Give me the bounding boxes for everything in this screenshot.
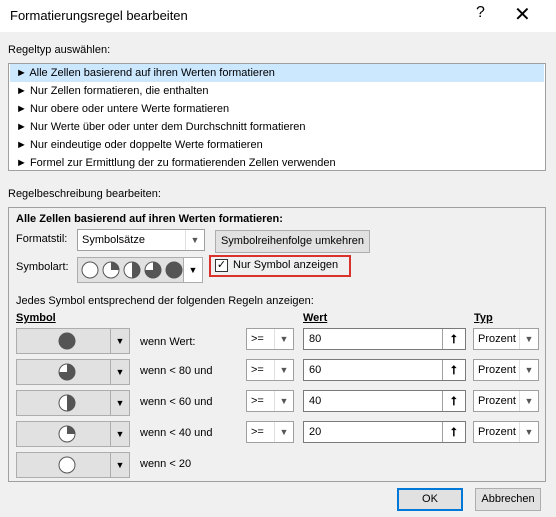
help-button[interactable]: ? (476, 4, 485, 22)
pie-symbol-icon (144, 261, 162, 279)
chevron-down-icon: ▼ (110, 360, 129, 384)
chevron-down-icon: ▼ (274, 360, 293, 380)
ruletype-item[interactable]: ► Nur obere oder untere Werte formatiere… (10, 100, 544, 118)
type-select[interactable]: Prozent ▼ (473, 421, 539, 443)
pie-symbol-icon (102, 261, 120, 279)
chevron-down-icon: ▼ (519, 391, 538, 411)
pie-symbol-icon (58, 425, 76, 443)
range-select-icon[interactable]: ⭡ (442, 391, 465, 411)
row-icon-select[interactable]: ▼ (16, 421, 130, 447)
window-title: Formatierungsregel bearbeiten (10, 8, 188, 23)
pie-symbol-icon (58, 456, 76, 474)
desc-heading: Alle Zellen basierend auf ihren Werten f… (16, 213, 283, 225)
chevron-down-icon: ▼ (274, 329, 293, 349)
value-text: 80 (309, 333, 322, 345)
value-input[interactable]: 20 ⭡ (303, 421, 466, 443)
row-icon-select[interactable]: ▼ (16, 359, 130, 385)
row-icon-select[interactable]: ▼ (16, 328, 130, 354)
operator-value: >= (251, 364, 264, 376)
operator-select[interactable]: >= ▼ (246, 421, 294, 443)
desc-label: Regelbeschreibung bearbeiten: (8, 188, 161, 200)
ruletype-item[interactable]: ► Nur eindeutige oder doppelte Werte for… (10, 136, 544, 154)
chevron-down-icon: ▼ (185, 230, 204, 250)
pie-symbol-icon (58, 332, 76, 350)
row-icon-select[interactable]: ▼ (16, 452, 130, 478)
value-text: 60 (309, 364, 322, 376)
range-select-icon[interactable]: ⭡ (442, 422, 465, 442)
row-condition: wenn < 60 und (140, 396, 213, 408)
chevron-down-icon: ▼ (519, 422, 538, 442)
chevron-down-icon: ▼ (110, 422, 129, 446)
range-select-icon[interactable]: ⭡ (442, 360, 465, 380)
close-button[interactable]: ✕ (514, 2, 531, 27)
pie-symbol-icon (58, 363, 76, 381)
ruletype-list[interactable]: ► Alle Zellen basierend auf ihren Werten… (8, 63, 546, 171)
value-text: 40 (309, 395, 322, 407)
value-input[interactable]: 60 ⭡ (303, 359, 466, 381)
only-symbol-label[interactable]: Nur Symbol anzeigen (233, 259, 338, 271)
ruletype-item[interactable]: ► Alle Zellen basierend auf ihren Werten… (10, 64, 544, 82)
icon-style-select[interactable]: ▼ (77, 257, 203, 283)
ruletype-item[interactable]: ► Nur Zellen formatieren, die enthalten (10, 82, 544, 100)
pie-symbol-icon (165, 261, 183, 279)
formatstil-value: Symbolsätze (82, 234, 145, 246)
value-input[interactable]: 40 ⭡ (303, 390, 466, 412)
row-condition: wenn < 40 und (140, 427, 213, 439)
rules-intro: Jedes Symbol entsprechend der folgenden … (16, 295, 314, 307)
chevron-down-icon: ▼ (110, 329, 129, 353)
ruletype-item[interactable]: ► Formel zur Ermittlung der zu formatier… (10, 154, 544, 172)
operator-value: >= (251, 395, 264, 407)
col-typ-header: Typ (474, 312, 493, 324)
type-select[interactable]: Prozent ▼ (473, 359, 539, 381)
row-condition: wenn Wert: (140, 336, 196, 348)
operator-select[interactable]: >= ▼ (246, 390, 294, 412)
type-value: Prozent (478, 395, 516, 407)
operator-select[interactable]: >= ▼ (246, 328, 294, 350)
chevron-down-icon: ▼ (110, 391, 129, 415)
col-wert-header: Wert (303, 312, 328, 324)
row-condition: wenn < 80 und (140, 365, 213, 377)
type-value: Prozent (478, 333, 516, 345)
operator-value: >= (251, 333, 264, 345)
pie-symbol-icon (123, 261, 141, 279)
only-symbol-checkbox[interactable]: ✓ (215, 259, 228, 272)
type-value: Prozent (478, 364, 516, 376)
chevron-down-icon: ▼ (274, 391, 293, 411)
range-select-icon[interactable]: ⭡ (442, 329, 465, 349)
row-icon-select[interactable]: ▼ (16, 390, 130, 416)
chevron-down-icon: ▼ (274, 422, 293, 442)
symbolart-label: Symbolart: (16, 261, 69, 273)
type-select[interactable]: Prozent ▼ (473, 328, 539, 350)
type-value: Prozent (478, 426, 516, 438)
col-symbol-header: Symbol (16, 312, 56, 324)
ok-button[interactable]: OK (397, 488, 463, 511)
ruletype-item[interactable]: ► Nur Werte über oder unter dem Durchsch… (10, 118, 544, 136)
formatstil-label: Formatstil: (16, 233, 68, 245)
pie-symbol-icon (58, 394, 76, 412)
pie-symbol-icon (81, 261, 99, 279)
formatstil-select[interactable]: Symbolsätze ▼ (77, 229, 205, 251)
value-text: 20 (309, 426, 322, 438)
operator-value: >= (251, 426, 264, 438)
reverse-order-button[interactable]: Symbolreihenfolge umkehren (215, 230, 370, 253)
value-input[interactable]: 80 ⭡ (303, 328, 466, 350)
operator-select[interactable]: >= ▼ (246, 359, 294, 381)
row-condition: wenn < 20 (140, 458, 192, 470)
type-select[interactable]: Prozent ▼ (473, 390, 539, 412)
chevron-down-icon: ▼ (519, 360, 538, 380)
chevron-down-icon: ▼ (110, 453, 129, 477)
cancel-button[interactable]: Abbrechen (475, 488, 541, 511)
chevron-down-icon: ▼ (183, 258, 202, 282)
chevron-down-icon: ▼ (519, 329, 538, 349)
icon-set-preview (81, 261, 183, 279)
ruletype-label: Regeltyp auswählen: (8, 44, 111, 56)
